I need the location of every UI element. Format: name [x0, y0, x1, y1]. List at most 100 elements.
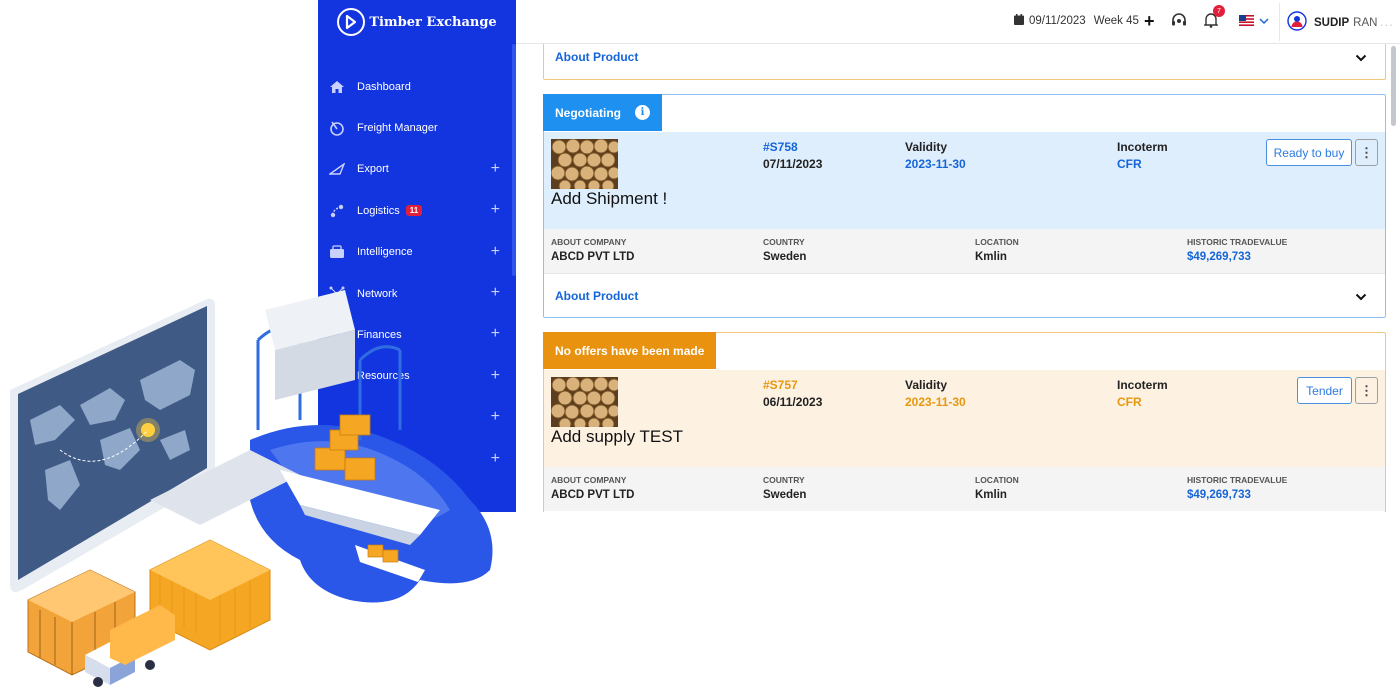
about-product-toggle[interactable]: About Product — [544, 44, 1385, 79]
support-headset-icon[interactable] — [1171, 13, 1187, 28]
trade-value: $49,269,733 — [1187, 489, 1251, 501]
notification-count-badge: 7 — [1213, 5, 1225, 17]
language-selector[interactable] — [1239, 15, 1269, 29]
more-icon[interactable]: ... — [1380, 14, 1394, 29]
offer-id[interactable]: #S757 — [763, 378, 822, 395]
freight-icon — [328, 119, 346, 137]
sidebar-item-label: Logistics — [357, 204, 400, 217]
brand-name: Timber Exchange — [369, 14, 497, 30]
about-company-label: ABOUT COMPANY — [551, 475, 627, 485]
export-icon — [328, 160, 346, 178]
sidebar-item-label: Intelligence — [357, 246, 413, 259]
sidebar-item-freight-manager[interactable]: Freight Manager — [318, 107, 516, 148]
offer-id[interactable]: #S758 — [763, 140, 822, 157]
info-icon[interactable]: i — [635, 105, 650, 120]
country-value: Sweden — [763, 489, 807, 501]
location-label: LOCATION — [975, 237, 1019, 247]
trade-value-label: HISTORIC TRADEVALUE — [1187, 237, 1288, 247]
brand[interactable]: Timber Exchange — [318, 0, 516, 44]
expand-plus-icon[interactable]: + — [491, 202, 500, 218]
notifications-button[interactable]: 7 — [1203, 5, 1225, 31]
validity-block: Validity 2023-11-30 — [905, 378, 966, 409]
timber-logs-thumbnail — [551, 139, 618, 189]
validity-value: 2023-11-30 — [905, 157, 966, 171]
chevron-down-icon — [1355, 288, 1367, 306]
incoterm-label: Incoterm — [1117, 140, 1168, 154]
offer-body: Add supply TEST #S757 06/11/2023 Validit… — [544, 370, 1385, 467]
offer-title: Add Shipment ! — [551, 189, 668, 208]
kebab-menu-icon[interactable]: ⋮ — [1355, 139, 1378, 166]
status-label: Negotiating — [555, 105, 621, 120]
logistics-icon — [328, 202, 346, 220]
company-name: ABCD PVT LTD — [551, 489, 635, 501]
location-value: Kmlin — [975, 489, 1007, 501]
sidebar-item-logistics[interactable]: Logistics 11 + — [318, 190, 516, 231]
location-value: Kmlin — [975, 251, 1007, 263]
expand-plus-icon[interactable]: + — [491, 160, 500, 177]
country-value: Sweden — [763, 251, 807, 263]
logistics-badge: 11 — [405, 205, 423, 217]
country-label: COUNTRY — [763, 237, 805, 247]
divider — [1279, 3, 1280, 41]
validity-block: Validity 2023-11-30 — [905, 140, 966, 171]
home-icon — [328, 78, 346, 96]
offer-id-block: #S758 07/11/2023 — [763, 140, 822, 171]
date-display: 09/11/2023 Week 45 — [1014, 14, 1139, 28]
offer-card-previous: About Product — [543, 44, 1386, 80]
sidebar-item-export[interactable]: Export + — [318, 149, 516, 190]
validity-label: Validity — [905, 378, 948, 392]
validity-value: 2023-11-30 — [905, 395, 966, 409]
incoterm-label: Incoterm — [1117, 378, 1168, 392]
trade-value-label: HISTORIC TRADEVALUE — [1187, 475, 1288, 485]
offer-card: Negotiating i Add Shipment ! #S758 07/11… — [543, 94, 1386, 318]
us-flag-icon — [1239, 15, 1254, 29]
user-last-name: RAN — [1353, 16, 1378, 29]
offer-date: 07/11/2023 — [763, 157, 823, 171]
offer-body: Add Shipment ! #S758 07/11/2023 Validity… — [544, 132, 1385, 229]
user-menu[interactable]: SUDIP RAN — [1287, 11, 1377, 34]
calendar-icon — [1014, 14, 1024, 28]
kebab-menu-icon[interactable]: ⋮ — [1355, 377, 1378, 404]
main-content: About Product Negotiating i Add Shipment… — [516, 44, 1400, 512]
user-first-name: SUDIP — [1314, 16, 1350, 29]
country-label: COUNTRY — [763, 475, 805, 485]
ready-to-buy-button[interactable]: Ready to buy — [1266, 139, 1352, 166]
location-label: LOCATION — [975, 475, 1019, 485]
content-scrollbar[interactable] — [1391, 46, 1396, 126]
status-tab: No offers have been made — [543, 332, 717, 369]
status-label: No offers have been made — [555, 343, 705, 358]
tender-button[interactable]: Tender — [1297, 377, 1352, 404]
sidebar-item-label: Export — [357, 163, 389, 176]
company-name: ABCD PVT LTD — [551, 251, 635, 263]
about-product-label: About Product — [555, 50, 639, 64]
status-tab: Negotiating i — [543, 94, 662, 131]
timber-logs-thumbnail — [551, 377, 618, 427]
about-company-label: ABOUT COMPANY — [551, 237, 627, 247]
incoterm-value: CFR — [1117, 157, 1142, 171]
incoterm-block: Incoterm CFR — [1117, 378, 1168, 409]
avatar — [1287, 11, 1307, 34]
sidebar-item-intelligence[interactable]: Intelligence + — [318, 232, 516, 273]
offer-title: Add supply TEST — [551, 427, 683, 446]
expand-plus-icon[interactable]: + — [491, 243, 500, 260]
incoterm-block: Incoterm CFR — [1117, 140, 1168, 171]
current-week: Week 45 — [1093, 15, 1139, 27]
sidebar-item-label: Freight Manager — [357, 122, 438, 135]
sidebar-item-dashboard[interactable]: Dashboard — [318, 66, 516, 107]
offer-id-block: #S757 06/11/2023 — [763, 378, 822, 409]
validity-label: Validity — [905, 140, 948, 154]
chevron-down-icon — [1355, 49, 1367, 67]
intelligence-icon — [328, 243, 346, 261]
about-product-label: About Product — [555, 288, 639, 303]
app-stage: Timber Exchange Dashboard Freight Manage… — [0, 0, 1400, 700]
about-product-toggle[interactable]: About Product — [544, 273, 1385, 317]
chevron-down-icon — [1259, 16, 1269, 28]
offer-date: 06/11/2023 — [763, 395, 823, 409]
incoterm-value: CFR — [1117, 395, 1142, 409]
company-info-strip: ABOUT COMPANY ABCD PVT LTD COUNTRY Sweden … — [544, 229, 1385, 273]
current-date: 09/11/2023 — [1029, 15, 1086, 27]
add-icon[interactable]: + — [1144, 11, 1155, 32]
logistics-illustration — [10, 290, 493, 687]
offer-card: No offers have been made Add supply TEST… — [543, 332, 1386, 512]
logo-icon — [337, 8, 366, 36]
